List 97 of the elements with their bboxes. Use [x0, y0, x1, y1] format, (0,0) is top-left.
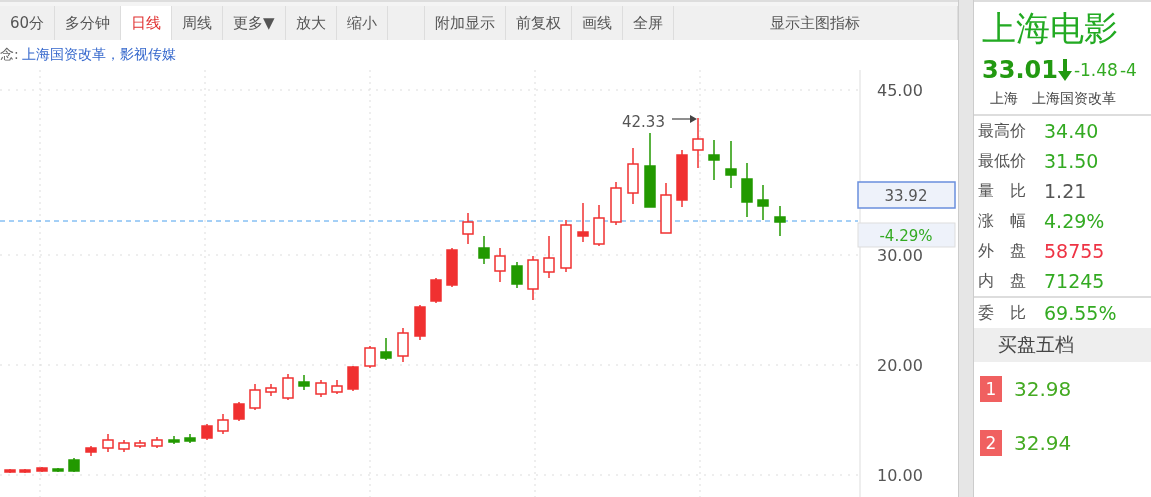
candle — [151, 436, 163, 449]
toolbar-tab[interactable]: 更多▼ — [223, 6, 286, 40]
candle — [397, 327, 409, 363]
candle — [19, 468, 31, 474]
candle — [347, 365, 359, 392]
candle — [610, 181, 622, 226]
candle — [168, 435, 180, 445]
high-price-label: 42.33 — [622, 113, 665, 131]
stat-value: 31.50 — [1044, 150, 1099, 172]
concept-text[interactable]: 上海国资改革，影视传媒 — [21, 46, 176, 64]
change-marker: -4.29% — [857, 222, 956, 248]
candle — [577, 202, 589, 243]
stat-value: 4.29% — [1044, 210, 1105, 232]
candle — [102, 433, 114, 453]
candle — [298, 374, 310, 391]
candle — [757, 184, 769, 221]
candle — [331, 379, 343, 395]
toolbar-tab[interactable]: 日线 — [121, 6, 173, 40]
candle — [315, 379, 327, 398]
candle — [774, 205, 786, 237]
candle — [184, 433, 196, 444]
candle — [249, 383, 261, 411]
market-label: 上海 — [990, 90, 1018, 108]
candle — [462, 212, 474, 245]
toolbar-tab[interactable]: 多分钟 — [55, 6, 122, 40]
candle — [134, 439, 146, 449]
candle — [627, 147, 639, 205]
stat-label: 最低价 — [978, 150, 1027, 172]
candle — [741, 162, 753, 218]
candle — [282, 373, 294, 401]
stat-label: 委 比 — [978, 302, 1027, 324]
candle — [527, 255, 539, 301]
candle — [660, 182, 672, 234]
splitter-bar[interactable] — [958, 0, 974, 497]
stock-name: 上海电影 — [981, 7, 1119, 50]
candle — [85, 445, 97, 457]
candle — [511, 261, 523, 289]
arrow-icon — [671, 115, 697, 123]
candle — [380, 337, 392, 361]
stat-label: 量 比 — [978, 180, 1027, 202]
candle — [36, 466, 48, 473]
toolbar-tab[interactable]: 周线 — [172, 6, 224, 40]
candle — [364, 345, 376, 369]
down-arrow-icon — [1057, 59, 1072, 81]
candle — [725, 140, 737, 189]
candle — [478, 235, 490, 265]
price-change: -1.48 — [1073, 60, 1118, 80]
axis-label: 30.00 — [877, 246, 923, 265]
candle — [414, 304, 426, 341]
concept-label: 念: — [0, 46, 19, 64]
level-badge: 1 — [980, 376, 1002, 402]
bid-price: 32.98 — [1014, 377, 1072, 401]
section-header: 买盘五档 — [974, 328, 1151, 362]
candle — [265, 383, 277, 397]
candle — [217, 413, 229, 435]
candle — [68, 457, 80, 473]
toolbar-tab[interactable]: 前复权 — [505, 6, 572, 40]
axis-label: 45.00 — [877, 81, 923, 100]
change-percent: -4 — [1119, 60, 1137, 80]
candle — [446, 247, 458, 288]
stat-label: 最高价 — [978, 120, 1027, 142]
candle — [233, 401, 245, 422]
toolbar-tab[interactable]: 缩小 — [336, 6, 388, 40]
stat-label: 涨 幅 — [978, 210, 1027, 232]
candle — [560, 219, 572, 273]
candle — [543, 235, 555, 279]
stat-value: 34.40 — [1044, 120, 1099, 142]
candle — [118, 439, 130, 453]
toolbar-tab[interactable]: 全屏 — [622, 6, 674, 40]
toolbar-tab[interactable]: 显示主图指标 — [673, 6, 958, 40]
stat-value: 58755 — [1044, 240, 1105, 262]
stat-value: 69.55% — [1044, 302, 1117, 324]
stock-price: 33.01 — [982, 56, 1058, 84]
stat-value: 71245 — [1044, 270, 1105, 292]
stat-value: 1.21 — [1044, 180, 1087, 202]
candle — [52, 467, 64, 473]
stat-label: 内 盘 — [978, 270, 1027, 292]
axis-label: 20.00 — [877, 356, 923, 375]
blank-tab[interactable] — [387, 6, 425, 40]
axis-label: 10.00 — [877, 466, 923, 485]
bid-price: 32.94 — [1014, 431, 1072, 455]
toolbar-tab[interactable]: 画线 — [571, 6, 623, 40]
candle — [593, 204, 605, 247]
toolbar-tab[interactable]: 放大 — [285, 6, 337, 40]
candle — [430, 277, 442, 304]
toolbar-tab[interactable]: 60分 — [0, 6, 56, 40]
candle — [201, 423, 213, 441]
candle — [494, 247, 506, 283]
level-badge: 2 — [980, 430, 1002, 456]
toolbar-tab[interactable]: 附加显示 — [424, 6, 506, 40]
stat-label: 外 盘 — [978, 240, 1027, 262]
price-marker: 33.92 — [857, 181, 956, 209]
candle — [4, 468, 16, 474]
candle — [708, 139, 720, 181]
candle — [676, 149, 688, 208]
candle — [692, 117, 704, 169]
sector-label: 上海国资改革 — [1032, 90, 1116, 108]
